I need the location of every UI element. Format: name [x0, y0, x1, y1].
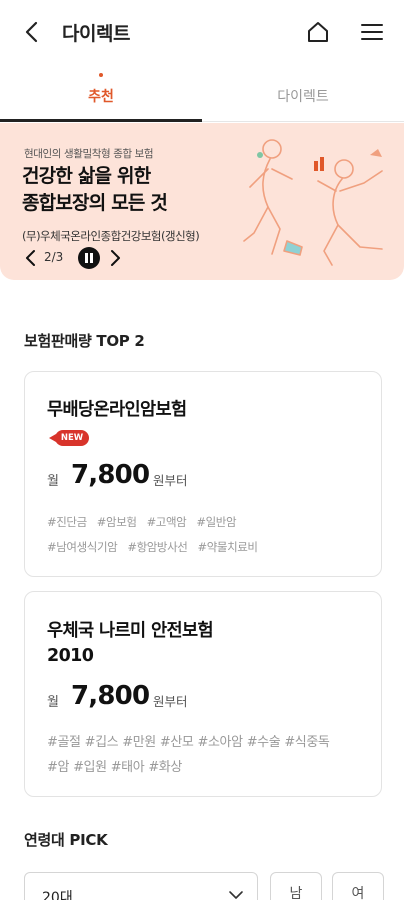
hamburger-menu-icon[interactable] [358, 18, 386, 46]
age-select-value: 20대 [42, 890, 73, 900]
banner-pager: 2/3 [44, 250, 64, 264]
product-tags: #골절 #깁스 #만원 #산모 #소아암 #수술 #식중독 #암 #입원 #태아 #화상 [47, 730, 367, 780]
product-tag: #항암방사선 [127, 540, 188, 554]
product-name-line1: 우체국 나르미 안전보험 [47, 621, 214, 641]
product-tag: #암보험 [96, 515, 137, 529]
chevron-left-icon[interactable] [22, 247, 40, 269]
promo-banner[interactable]: 현대인의 생활밀착형 종합 보험 건강한 삶을 위한 종합보장의 모든 것 (무… [0, 123, 404, 280]
product-tag: #식중독 [284, 735, 330, 750]
banner-subtitle: 현대인의 생활밀착형 종합 보험 [24, 148, 154, 160]
banner-headline-line1: 건강한 삶을 위한 [22, 165, 151, 187]
tab-bar: 추천 다이렉트 [0, 64, 404, 122]
product-card[interactable]: 무배당온라인암보험 NEW 월 7,800 원부터 #진단금 #암보험 #고액암 #일… [24, 371, 382, 577]
chevron-down-icon [229, 891, 243, 899]
price-unit: 원부터 [153, 473, 188, 488]
product-price: 월 7,800 원부터 [47, 681, 347, 715]
tab-direct[interactable]: 다이렉트 [202, 64, 404, 122]
product-tag: #화상 [148, 760, 182, 775]
product-tag: #산모 [159, 735, 194, 750]
chevron-left-icon[interactable] [18, 18, 46, 46]
product-name: 우체국 나르미 안전보험 2010 [47, 619, 214, 669]
product-name: 무배당온라인암보험 [47, 400, 187, 420]
active-tab-dot [99, 73, 103, 77]
product-tag: #깁스 [84, 735, 119, 750]
price-month-label: 월 [47, 695, 59, 710]
chevron-right-icon[interactable] [106, 247, 124, 269]
product-card[interactable]: 우체국 나르미 안전보험 2010 월 7,800 원부터 #골절 #깁스 #만원 #… [24, 591, 382, 797]
product-tag: #일반암 [196, 515, 237, 529]
product-tag: #만원 [122, 735, 156, 750]
banner-product-name: (무)우체국온라인종합건강보험(갱신형) [22, 229, 200, 243]
tab-label: 다이렉트 [277, 89, 329, 105]
home-icon[interactable] [304, 18, 332, 46]
banner-headline: 건강한 삶을 위한 종합보장의 모든 것 [22, 163, 168, 217]
page-title: 다이렉트 [62, 23, 130, 45]
section-title-top2: 보험판매량 TOP 2 [24, 332, 145, 350]
price-unit: 원부터 [153, 694, 188, 709]
tab-recommend[interactable]: 추천 [0, 64, 202, 122]
gender-female-button[interactable]: 여 [332, 872, 384, 900]
product-tag: #소아암 [197, 735, 244, 750]
age-select[interactable]: 20대 [24, 872, 258, 900]
product-tag: #입원 [73, 760, 107, 775]
product-tag: #수술 [246, 735, 281, 750]
product-price: 월 7,800 원부터 [47, 460, 347, 494]
product-tag: #고액암 [146, 515, 187, 529]
price-value: 7,800 [71, 681, 150, 711]
section-title-age-pick: 연령대 PICK [24, 831, 108, 849]
price-value: 7,800 [71, 460, 150, 490]
tab-label: 추천 [88, 89, 114, 105]
gender-male-button[interactable]: 남 [270, 872, 322, 900]
product-tag: #태아 [110, 760, 145, 775]
product-tag: #진단금 [47, 515, 87, 529]
product-tag: #골절 [47, 735, 81, 750]
product-tag: #남여생식기암 [47, 540, 118, 554]
app-bar: 다이렉트 [0, 0, 404, 64]
exercise-illustration [243, 139, 383, 266]
product-tags: #진단금 #암보험 #고액암 #일반암 #남여생식기암 #항암방사선 #약물치료비 [47, 510, 367, 560]
product-tag: #암 [47, 760, 70, 775]
price-month-label: 월 [47, 474, 59, 489]
pause-icon[interactable] [78, 247, 100, 269]
banner-headline-line2: 종합보장의 모든 것 [22, 192, 168, 214]
new-badge: NEW [49, 430, 89, 446]
product-tag: #약물치료비 [197, 540, 258, 554]
product-name-line2: 2010 [47, 646, 94, 666]
